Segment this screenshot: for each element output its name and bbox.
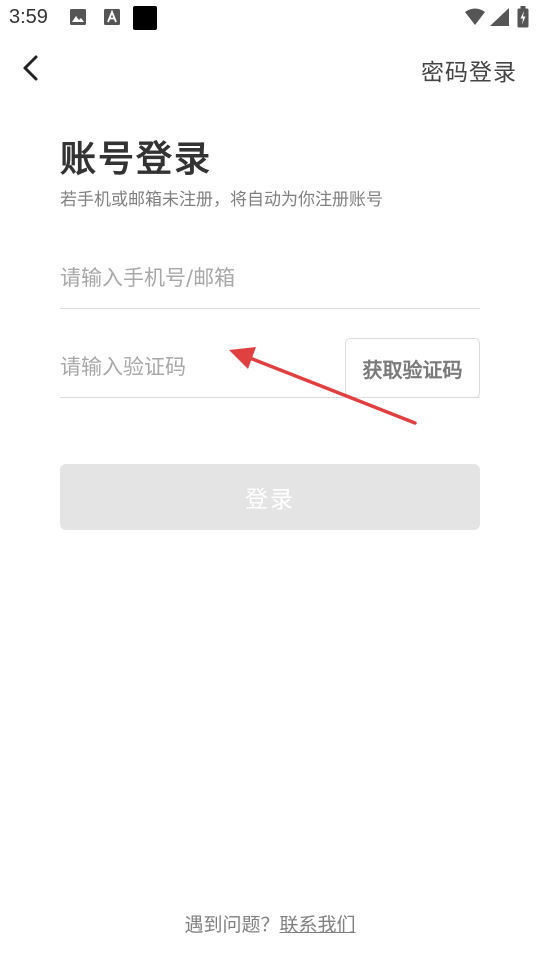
font-icon [103,8,121,30]
login-button[interactable]: 登录 [60,464,480,530]
chevron-left-icon [23,55,38,81]
contact-us-link[interactable]: 联系我们 [280,914,356,936]
footer-question: 遇到问题？ [184,914,280,936]
footer: 遇到问题？联系我们 [0,910,540,937]
verification-code-input[interactable] [60,336,330,397]
back-button[interactable] [14,50,50,86]
status-bar: 3:59 [0,0,540,36]
black-square-icon [133,6,157,34]
get-code-button[interactable]: 获取验证码 [345,338,480,398]
page-title: 账号登录 [60,139,213,180]
status-time: 3:59 [9,6,48,28]
page-subtitle: 若手机或邮箱未注册，将自动为你注册账号 [60,190,383,210]
login-screen: 3:59 密码登录 账号登录 若手机或邮箱未注册，将自动为你注册账号 请输入手机… [0,0,540,960]
image-icon [69,8,87,30]
signal-icon [490,8,510,30]
battery-icon [517,6,529,32]
phone-email-input[interactable] [60,248,480,308]
wifi-icon [464,8,486,30]
password-login-link[interactable]: 密码登录 [421,53,517,87]
phone-email-field [60,248,480,309]
